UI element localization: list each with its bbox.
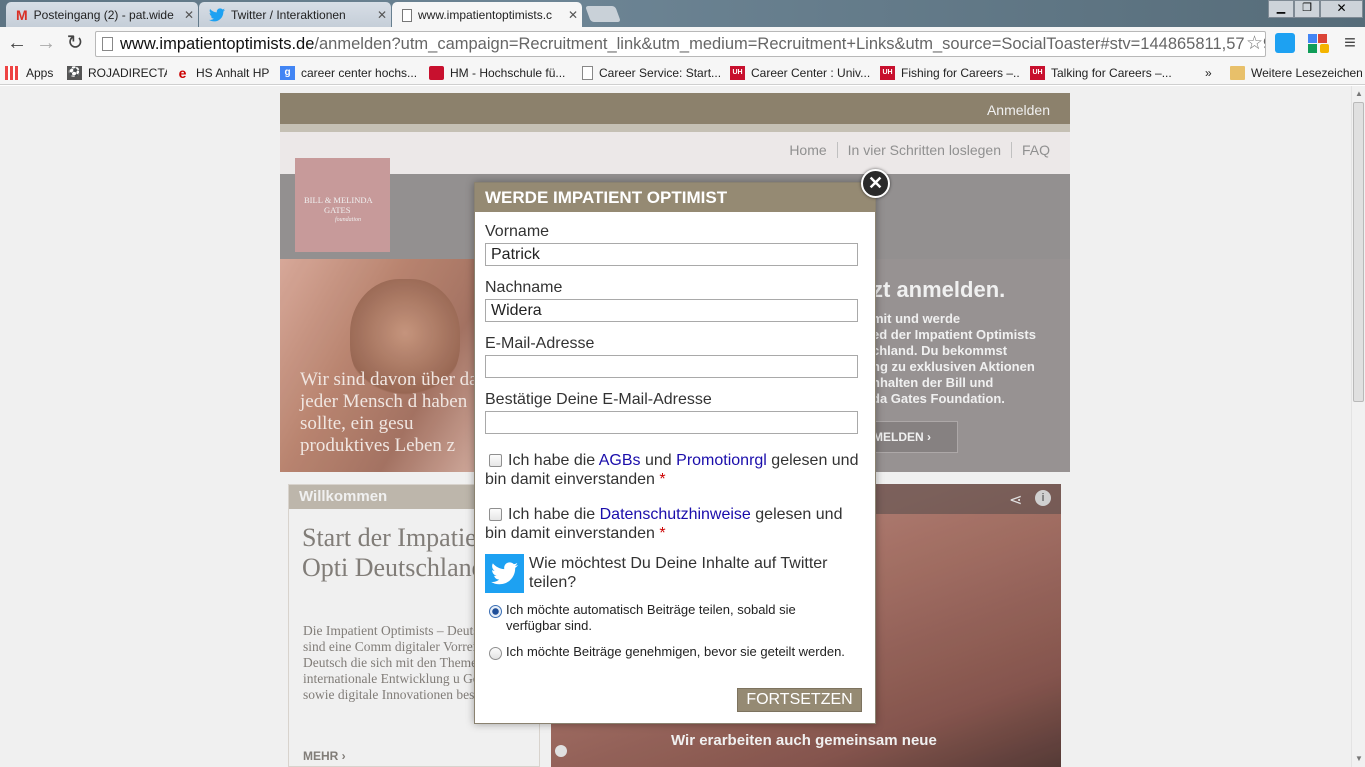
tab-label: Twitter / Interaktionen bbox=[231, 7, 346, 22]
last-name-label: Nachname bbox=[485, 279, 563, 296]
close-window-icon[interactable]: ✕ bbox=[1320, 0, 1363, 18]
share-auto-radio[interactable] bbox=[489, 605, 502, 618]
apps-icon bbox=[5, 66, 20, 80]
page-icon bbox=[102, 37, 113, 51]
page-scrollbar[interactable]: ▲ ▼ bbox=[1351, 86, 1365, 767]
scrollbar-thumb[interactable] bbox=[1353, 102, 1364, 402]
privacy-label: Ich habe die Datenschutzhinweise gelesen… bbox=[485, 506, 843, 542]
minimize-icon[interactable]: ▁ bbox=[1268, 0, 1294, 18]
address-bar[interactable]: www.impatientoptimists.de/anmelden?utm_c… bbox=[95, 31, 1266, 57]
bookmark-fishing-for-careers[interactable]: UH Fishing for Careers –... bbox=[880, 64, 1020, 82]
bookmark-star-icon[interactable]: ☆ bbox=[1243, 32, 1263, 56]
page-icon bbox=[402, 8, 412, 22]
close-tab-icon[interactable]: ✕ bbox=[180, 8, 198, 22]
terms-agb-link[interactable]: AGBs bbox=[599, 452, 641, 469]
twitter-bird-icon bbox=[485, 554, 524, 593]
reload-icon[interactable]: ↻ bbox=[63, 32, 87, 56]
terms-label: Ich habe die AGBs und Promotionrgl geles… bbox=[485, 452, 859, 488]
bookmark-career-service[interactable]: Career Service: Start... bbox=[582, 64, 722, 82]
bookmarks-overflow-chevron[interactable]: » bbox=[1205, 64, 1219, 82]
continue-button[interactable]: FORTSETZEN bbox=[737, 688, 862, 712]
twitter-extension-icon[interactable] bbox=[1275, 33, 1295, 53]
first-name-field[interactable]: Patrick bbox=[485, 243, 858, 266]
twitter-icon bbox=[209, 7, 225, 21]
share-approve-label[interactable]: Ich möchte Beiträge genehmigen, bevor si… bbox=[506, 644, 846, 660]
bookmark-favicon: UH bbox=[730, 66, 745, 80]
email-label: E-Mail-Adresse bbox=[485, 335, 595, 352]
browser-tab-strip: M Posteingang (2) - pat.wide ✕ Twitter /… bbox=[0, 0, 1365, 28]
bookmark-career-center-univ[interactable]: UH Career Center : Univ... bbox=[730, 64, 870, 82]
signup-modal: WERDE IMPATIENT OPTIMIST Vorname Patrick… bbox=[474, 182, 876, 724]
bookmark-talking-for-careers[interactable]: UH Talking for Careers –... bbox=[1030, 64, 1175, 82]
bookmark-favicon: UH bbox=[1030, 66, 1045, 80]
extension-icon[interactable] bbox=[1308, 34, 1330, 54]
menu-icon[interactable]: ≡ bbox=[1340, 33, 1360, 55]
bookmarks-bar: Apps ⚽ ROJADIRECTA e HS Anhalt HP g career … bbox=[0, 60, 1365, 85]
browser-tab-twitter[interactable]: Twitter / Interaktionen ✕ bbox=[199, 2, 391, 27]
email-confirm-field[interactable] bbox=[485, 411, 858, 434]
share-approve-radio[interactable] bbox=[489, 647, 502, 660]
window-controls: ▁ ❐ ✕ bbox=[1268, 0, 1363, 18]
required-asterisk: * bbox=[659, 471, 666, 488]
last-name-field[interactable]: Widera bbox=[485, 299, 858, 322]
google-icon: g bbox=[280, 66, 295, 80]
bookmark-career-center-hochs[interactable]: g career center hochs... bbox=[280, 64, 420, 82]
bookmark-hm-hochschule[interactable]: HM - Hochschule fü... bbox=[429, 64, 574, 82]
folder-icon bbox=[1230, 66, 1245, 80]
page-icon bbox=[582, 66, 593, 80]
bookmark-apps[interactable]: Apps bbox=[5, 64, 60, 82]
bookmark-favicon bbox=[429, 66, 444, 80]
scroll-down-icon[interactable]: ▼ bbox=[1355, 754, 1363, 763]
privacy-link[interactable]: Datenschutzhinweise bbox=[600, 506, 751, 523]
close-tab-icon[interactable]: ✕ bbox=[564, 8, 582, 22]
browser-tab-gmail[interactable]: M Posteingang (2) - pat.wide ✕ bbox=[6, 2, 198, 27]
bookmark-favicon: e bbox=[178, 65, 187, 81]
modal-title: WERDE IMPATIENT OPTIMIST bbox=[475, 183, 875, 212]
terms-promotion-link[interactable]: Promotionrgl bbox=[676, 452, 767, 469]
email-field[interactable] bbox=[485, 355, 858, 378]
bookmark-rojadirecta[interactable]: ⚽ ROJADIRECTA bbox=[67, 64, 167, 82]
bookmark-hs-anhalt[interactable]: e HS Anhalt HP bbox=[175, 64, 275, 82]
scroll-up-icon[interactable]: ▲ bbox=[1355, 89, 1363, 98]
bookmark-favicon: UH bbox=[880, 66, 895, 80]
bookmark-favicon: ⚽ bbox=[67, 66, 82, 80]
share-auto-label[interactable]: Ich möchte automatisch Beiträge teilen, … bbox=[506, 602, 846, 634]
tab-label: Posteingang (2) - pat.wide bbox=[33, 7, 174, 22]
gmail-icon: M bbox=[16, 6, 28, 23]
new-tab-button[interactable] bbox=[585, 6, 621, 22]
first-name-label: Vorname bbox=[485, 223, 550, 240]
tab-label: www.impatientoptimists.c bbox=[418, 8, 553, 22]
browser-tab-impatientoptimists[interactable]: www.impatientoptimists.c ✕ bbox=[392, 2, 582, 28]
url-host: www.impatientoptimists.de bbox=[120, 35, 315, 53]
forward-icon[interactable]: → bbox=[34, 32, 58, 56]
required-asterisk: * bbox=[659, 525, 666, 542]
bookmark-other-folder[interactable]: Weitere Lesezeichen bbox=[1230, 64, 1362, 82]
twitter-share-question: Wie möchtest Du Deine Inhalte auf Twitte… bbox=[529, 555, 828, 591]
back-icon[interactable]: ← bbox=[5, 32, 29, 56]
email-confirm-label: Bestätige Deine E-Mail-Adresse bbox=[485, 391, 712, 408]
url-path: /anmelden?utm_campaign=Recruitment_link&… bbox=[314, 35, 1266, 53]
close-tab-icon[interactable]: ✕ bbox=[373, 8, 391, 22]
modal-close-icon[interactable]: ✕ bbox=[861, 169, 890, 198]
restore-icon[interactable]: ❐ bbox=[1294, 0, 1320, 18]
